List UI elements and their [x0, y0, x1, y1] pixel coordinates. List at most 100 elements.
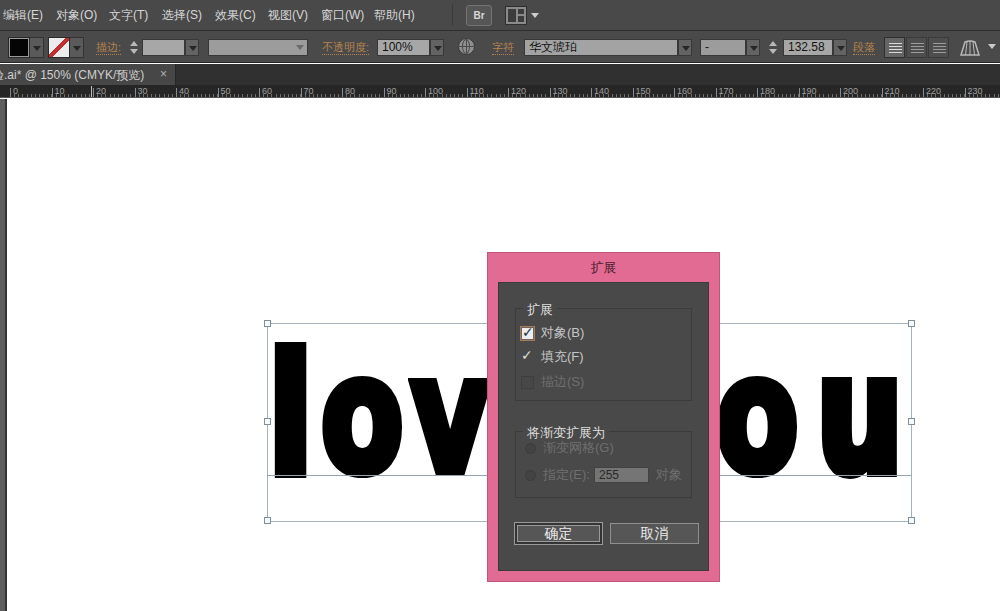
gradient-mesh-label: 渐变网格(G) — [543, 439, 614, 457]
canvas-text-letter[interactable]: u — [817, 336, 902, 496]
ruler-tick — [342, 88, 343, 97]
ruler-number: 20 — [96, 86, 106, 96]
ruler-number: 170 — [719, 86, 734, 96]
stroke-checkbox[interactable] — [521, 376, 534, 389]
ruler-tick — [425, 88, 426, 97]
object-checkbox[interactable]: ✓ — [521, 327, 534, 340]
fill-color-swatch[interactable] — [8, 37, 30, 58]
selection-handle[interactable] — [264, 517, 271, 524]
ruler-tick — [674, 88, 675, 97]
ruler-tick — [384, 88, 385, 97]
profile-dropdown-icon[interactable] — [296, 45, 304, 50]
align-left-button[interactable] — [884, 37, 905, 58]
ruler-tick — [10, 88, 11, 97]
canvas-text-letter[interactable]: o — [716, 336, 798, 496]
opacity-label[interactable]: 不透明度: — [322, 41, 369, 55]
menu-item-4[interactable]: 效果(C) — [215, 0, 268, 30]
ruler-tick — [135, 88, 136, 97]
canvas-text-letter[interactable]: o — [321, 336, 403, 496]
ruler-number: 220 — [926, 86, 941, 96]
font-size-field[interactable]: 132.58 — [783, 39, 833, 56]
font-size-stepper[interactable] — [768, 40, 779, 56]
paragraph-label[interactable]: 段落 — [853, 41, 875, 55]
ruler-number: 120 — [511, 86, 526, 96]
canvas-text-letter[interactable]: l — [270, 336, 311, 496]
menu-item-1[interactable]: 对象(O) — [56, 0, 109, 30]
specify-radio-row[interactable]: 指定(E): 255 对象 — [525, 468, 682, 482]
ruler-tick — [716, 88, 717, 97]
ruler-tick — [882, 88, 883, 97]
ruler-tick — [93, 88, 94, 97]
ruler-tick — [176, 88, 177, 97]
selection-handle[interactable] — [264, 418, 271, 425]
opacity-dropdown[interactable] — [430, 39, 444, 56]
fill-color-dropdown[interactable] — [30, 37, 44, 58]
align-right-button[interactable] — [928, 37, 949, 58]
objects-suffix-label: 对象 — [656, 466, 682, 484]
character-label[interactable]: 字符 — [492, 41, 514, 55]
menu-item-3[interactable]: 选择(S) — [162, 0, 215, 30]
selection-handle[interactable] — [264, 320, 271, 327]
selection-handle[interactable] — [908, 320, 915, 327]
expand-group-label: 扩展 — [523, 301, 557, 319]
font-family-dropdown[interactable] — [678, 39, 692, 56]
ruler-tick — [633, 88, 634, 97]
menu-item-6[interactable]: 窗口(W) — [321, 0, 374, 30]
specify-radio-label: 指定(E): — [543, 466, 590, 484]
selection-handle[interactable] — [908, 418, 915, 425]
workspace-switcher-button[interactable] — [505, 5, 541, 26]
font-style-dropdown[interactable] — [746, 39, 760, 56]
stroke-label[interactable]: 描边: — [96, 41, 121, 55]
document-setup-globe-icon[interactable] — [458, 38, 475, 55]
object-checkbox-row[interactable]: ✓ 对象(B) — [521, 326, 584, 340]
variable-width-profile-field[interactable] — [208, 39, 308, 56]
ok-button[interactable]: 确定 — [514, 522, 603, 545]
fan-dropdown-icon[interactable] — [988, 44, 996, 49]
menu-item-7[interactable]: 帮助(H) — [374, 0, 427, 30]
ruler-number: 190 — [802, 86, 817, 96]
font-style-field[interactable]: - — [700, 39, 746, 56]
fill-checkbox-row[interactable]: ✓ 填充(F) — [521, 350, 584, 364]
canvas-text-letter[interactable]: v — [411, 336, 489, 496]
bridge-button[interactable]: Br — [466, 5, 492, 26]
stroke-color-swatch[interactable] — [48, 37, 70, 58]
stroke-weight-field[interactable] — [142, 39, 185, 56]
specify-objects-input[interactable]: 255 — [594, 467, 649, 483]
stroke-weight-dropdown[interactable] — [185, 39, 199, 56]
fill-checkbox[interactable]: ✓ — [521, 351, 534, 364]
window-left-edge — [0, 99, 7, 611]
ruler-number: 180 — [760, 86, 775, 96]
ruler-number: 30 — [138, 86, 148, 96]
check-icon: ✓ — [521, 347, 533, 363]
tab-close-icon[interactable]: × — [160, 67, 167, 81]
ruler-tick — [757, 88, 758, 97]
font-size-dropdown[interactable] — [833, 39, 847, 56]
font-family-field[interactable]: 华文琥珀 — [524, 39, 678, 56]
dialog-title[interactable]: 扩展 — [488, 253, 719, 282]
horizontal-ruler: 0102030405060708090100110120130140150160… — [0, 85, 1000, 98]
stroke-checkbox-row[interactable]: 描边(S) — [521, 375, 584, 389]
cancel-button[interactable]: 取消 — [610, 523, 699, 544]
ruler-tick — [301, 88, 302, 97]
specify-radio[interactable] — [525, 470, 536, 481]
ruler-tick — [508, 88, 509, 97]
gradient-mesh-radio[interactable] — [525, 443, 536, 454]
ruler-number: 110 — [470, 86, 484, 96]
fill-checkbox-label: 填充(F) — [541, 348, 584, 366]
menu-item-0[interactable]: 编辑(E) — [3, 0, 56, 30]
menu-item-5[interactable]: 视图(V) — [268, 0, 321, 30]
stroke-weight-stepper[interactable] — [129, 40, 140, 56]
align-center-button[interactable] — [906, 37, 927, 58]
ruler-number: 230 — [968, 86, 983, 96]
ruler-number: 70 — [304, 86, 314, 96]
selection-handle[interactable] — [908, 517, 915, 524]
ruler-number: 150 — [636, 86, 651, 96]
expand-dialog: 扩展 扩展 ✓ 对象(B) ✓ 填充(F) 描边(S) 将渐变扩展为 渐变网格(… — [487, 252, 720, 582]
fan-widget-icon[interactable] — [958, 38, 982, 56]
menu-item-2[interactable]: 文字(T) — [109, 0, 162, 30]
gradient-mesh-radio-row[interactable]: 渐变网格(G) — [525, 441, 614, 455]
ruler-number: 40 — [179, 86, 189, 96]
opacity-field[interactable]: 100% — [377, 39, 430, 56]
stroke-color-dropdown[interactable] — [70, 37, 84, 58]
document-tab[interactable]: 验.ai* @ 150% (CMYK/预览) × — [0, 64, 176, 85]
